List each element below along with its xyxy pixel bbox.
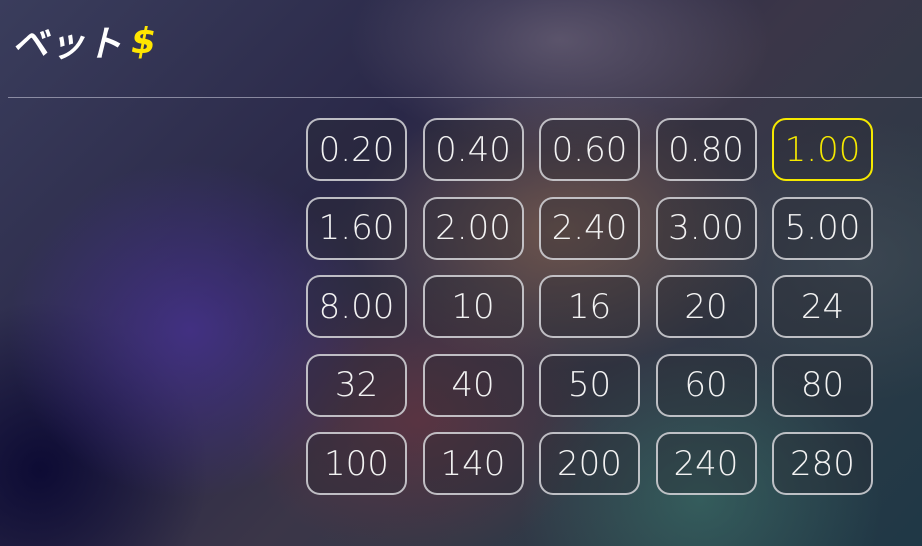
bet-option-button[interactable]: 0.80 (655, 118, 757, 181)
bet-option-button[interactable]: 16 (539, 275, 640, 338)
bet-option-button[interactable]: 140 (422, 432, 524, 495)
bet-option-button[interactable]: 10 (422, 275, 524, 338)
bet-option-button[interactable]: 200 (539, 432, 640, 495)
bet-option-button[interactable]: 100 (306, 432, 407, 495)
bet-option-button[interactable]: 3.00 (655, 196, 757, 260)
bet-option-button[interactable]: 0.60 (539, 118, 640, 181)
bet-option-button[interactable]: 2.00 (422, 196, 524, 260)
currency-symbol: $ (131, 20, 157, 62)
bet-option-button[interactable]: 50 (539, 353, 640, 417)
bet-option-button[interactable]: 5.00 (772, 196, 873, 260)
bet-option-button[interactable]: 1.60 (306, 196, 407, 260)
bet-option-button[interactable]: 24 (772, 275, 873, 338)
bet-option-button[interactable]: 40 (422, 353, 524, 417)
header-divider (8, 97, 922, 98)
bet-option-button[interactable]: 2.40 (539, 196, 640, 260)
bet-option-button[interactable]: 8.00 (306, 275, 407, 338)
bet-option-button[interactable]: 80 (772, 353, 873, 417)
bet-option-button[interactable]: 20 (655, 275, 757, 338)
bet-header: ベット $ (12, 16, 156, 66)
bet-title: ベット (12, 24, 124, 65)
bet-option-button[interactable]: 280 (772, 432, 873, 495)
bet-option-button[interactable]: 60 (655, 353, 757, 417)
bet-option-button[interactable]: 0.40 (422, 118, 524, 181)
bet-amount-grid: 0.20 0.40 0.60 0.80 1.00 1.60 2.00 2.40 3.00 5.00… (306, 118, 873, 495)
bet-option-button[interactable]: 240 (655, 432, 757, 495)
bet-option-button[interactable]: 32 (306, 353, 407, 417)
bet-option-button[interactable]: 0.20 (306, 118, 407, 181)
bet-option-button-selected[interactable]: 1.00 (772, 118, 873, 181)
